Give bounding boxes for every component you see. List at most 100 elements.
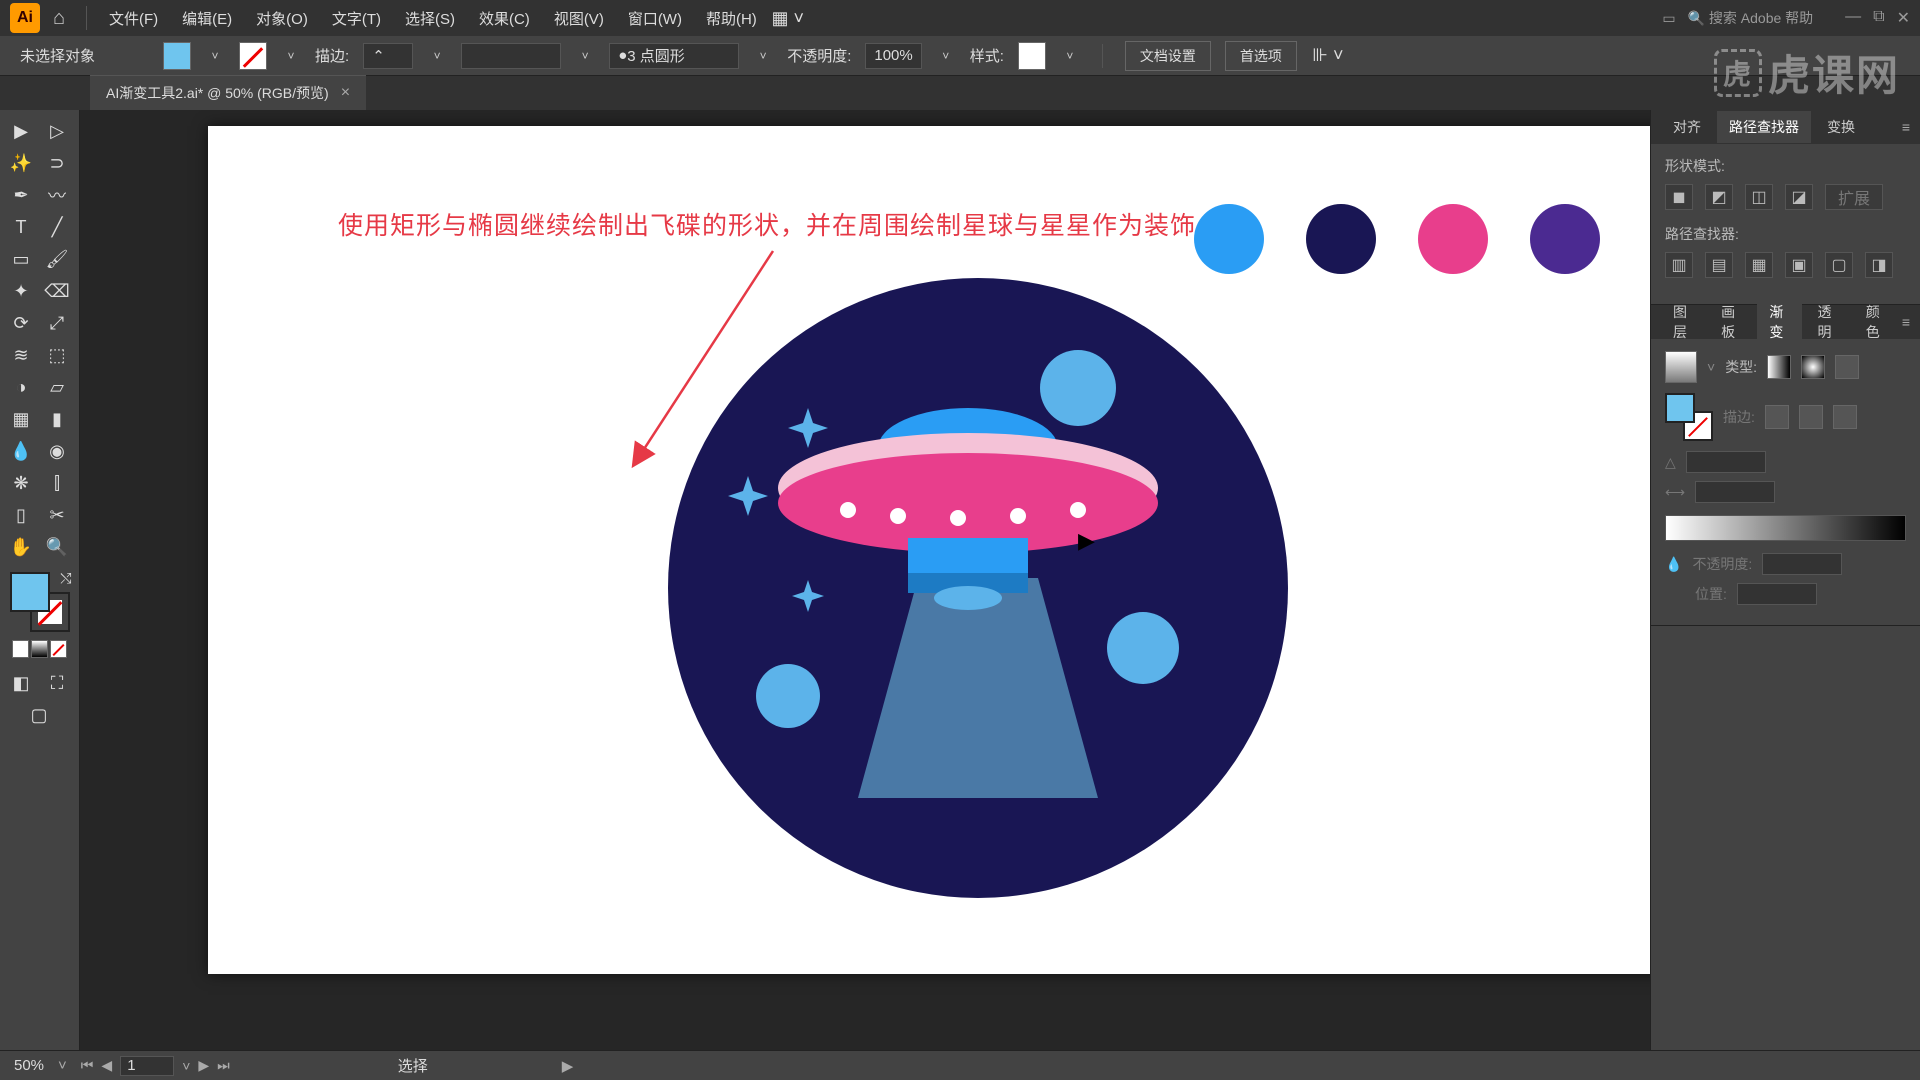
brush-field[interactable]: ● 3 点圆形 xyxy=(609,43,739,69)
eyedropper-icon[interactable]: 💧 xyxy=(1665,556,1682,573)
crop-icon[interactable]: ▣ xyxy=(1785,252,1813,278)
unite-icon[interactable]: ◼ xyxy=(1665,184,1693,210)
intersect-icon[interactable]: ◫ xyxy=(1745,184,1773,210)
gradient-freeform-icon[interactable] xyxy=(1835,355,1859,379)
tab-layers[interactable]: 图层 xyxy=(1661,296,1705,348)
zoom-tool-icon[interactable]: 🔍 xyxy=(40,532,74,562)
free-transform-tool-icon[interactable]: ⬚ xyxy=(40,340,74,370)
divide-icon[interactable]: ▥ xyxy=(1665,252,1693,278)
menu-type[interactable]: 文字(T) xyxy=(322,2,391,35)
hand-tool-icon[interactable]: ✋ xyxy=(4,532,38,562)
shaper-tool-icon[interactable]: ✦ xyxy=(4,276,38,306)
workspace-icon[interactable]: ▭ xyxy=(1662,10,1675,27)
search-input[interactable]: 🔍 搜索 Adobe 帮助 xyxy=(1688,8,1814,28)
stroke-weight-dd-icon[interactable]: ˅ xyxy=(427,46,447,66)
menu-view[interactable]: 视图(V) xyxy=(544,2,614,35)
tab-transform[interactable]: 变换 xyxy=(1815,111,1867,143)
minus-back-icon[interactable]: ◨ xyxy=(1865,252,1893,278)
graph-tool-icon[interactable]: ⫿ xyxy=(40,468,74,498)
tab-artboards[interactable]: 画板 xyxy=(1709,296,1753,348)
menu-effect[interactable]: 效果(C) xyxy=(469,2,540,35)
eraser-tool-icon[interactable]: ⌫ xyxy=(40,276,74,306)
edit-toolbar-icon[interactable]: ▢ xyxy=(4,700,74,730)
gradient-radial-icon[interactable] xyxy=(1801,355,1825,379)
tab-transparency[interactable]: 透明 xyxy=(1806,296,1850,348)
mesh-tool-icon[interactable]: ▦ xyxy=(4,404,38,434)
align-options-icon[interactable]: ⊪ ˅ xyxy=(1311,41,1345,71)
gradient-preview[interactable] xyxy=(1665,351,1697,383)
line-tool-icon[interactable]: ╱ xyxy=(40,212,74,242)
paintbrush-tool-icon[interactable]: 🖌 xyxy=(40,244,74,274)
preferences-button[interactable]: 首选项 xyxy=(1225,41,1297,71)
merge-icon[interactable]: ▦ xyxy=(1745,252,1773,278)
gradient-opacity-field[interactable] xyxy=(1762,553,1842,575)
window-minimize-icon[interactable]: — xyxy=(1845,8,1861,28)
stroke-dropdown-icon[interactable]: ˅ xyxy=(281,46,301,66)
shape-builder-tool-icon[interactable]: ◑ xyxy=(4,372,38,402)
fill-indicator[interactable] xyxy=(10,572,50,612)
menu-edit[interactable]: 编辑(E) xyxy=(172,2,242,35)
type-tool-icon[interactable]: T xyxy=(4,212,38,242)
page-dd-icon[interactable]: ˅ xyxy=(182,1058,190,1074)
stroke-swatch[interactable] xyxy=(239,42,267,70)
color-mode-none[interactable] xyxy=(50,640,67,658)
draw-mode-icon[interactable]: ◧ xyxy=(4,668,38,698)
symbol-tool-icon[interactable]: ❋ xyxy=(4,468,38,498)
pen-tool-icon[interactable]: ✒ xyxy=(4,180,38,210)
zoom-level[interactable]: 50% xyxy=(14,1057,44,1074)
stroke-grad-1-icon[interactable] xyxy=(1765,405,1789,429)
blend-tool-icon[interactable]: ◉ xyxy=(40,436,74,466)
gradient-location-field[interactable] xyxy=(1737,583,1817,605)
gradient-angle-field[interactable] xyxy=(1686,451,1766,473)
panel-menu-icon[interactable]: ≡ xyxy=(1902,119,1910,135)
gradient-tool-icon[interactable]: ▮ xyxy=(40,404,74,434)
last-page-icon[interactable]: ⏭ xyxy=(217,1057,230,1074)
lasso-tool-icon[interactable]: ⊃ xyxy=(40,148,74,178)
style-swatch[interactable] xyxy=(1018,42,1046,70)
gradient-linear-icon[interactable] xyxy=(1767,355,1791,379)
fill-stroke-indicator[interactable]: ⤭ xyxy=(10,572,70,632)
panel-menu-icon[interactable]: ≡ xyxy=(1902,314,1910,330)
opacity-dd-icon[interactable]: ˅ xyxy=(936,46,956,66)
scale-tool-icon[interactable]: ⤢ xyxy=(40,308,74,338)
stroke-weight-field[interactable]: ⌃ xyxy=(363,43,413,69)
arrange-docs-icon[interactable]: ▦ ˅ xyxy=(771,3,805,33)
trim-icon[interactable]: ▤ xyxy=(1705,252,1733,278)
direct-select-tool-icon[interactable]: ▷ xyxy=(40,116,74,146)
outline-icon[interactable]: ▢ xyxy=(1825,252,1853,278)
page-field[interactable]: 1 xyxy=(120,1056,174,1076)
fill-dropdown-icon[interactable]: ˅ xyxy=(205,46,225,66)
status-play-icon[interactable]: ▶ xyxy=(562,1057,574,1075)
home-icon[interactable]: ⌂ xyxy=(44,3,74,33)
var-width-field[interactable] xyxy=(461,43,561,69)
gradient-fill-stroke[interactable] xyxy=(1665,393,1713,441)
tab-color[interactable]: 颜色 xyxy=(1854,296,1898,348)
fill-swatch[interactable] xyxy=(163,42,191,70)
rectangle-tool-icon[interactable]: ▭ xyxy=(4,244,38,274)
doc-tab-close-icon[interactable]: × xyxy=(341,84,350,102)
screen-mode-icon[interactable]: ⛶ xyxy=(40,668,74,698)
style-dd-icon[interactable]: ˅ xyxy=(1060,46,1080,66)
minus-front-icon[interactable]: ◩ xyxy=(1705,184,1733,210)
color-mode-gradient[interactable] xyxy=(31,640,48,658)
slice-tool-icon[interactable]: ✂ xyxy=(40,500,74,530)
gradient-slider[interactable] xyxy=(1665,515,1906,541)
tab-gradient[interactable]: 渐变 xyxy=(1757,296,1801,348)
magic-wand-tool-icon[interactable]: ✨ xyxy=(4,148,38,178)
curvature-tool-icon[interactable]: 〰 xyxy=(40,180,74,210)
artboard-tool-icon[interactable]: ▯ xyxy=(4,500,38,530)
color-mode-solid[interactable] xyxy=(12,640,29,658)
exclude-icon[interactable]: ◪ xyxy=(1785,184,1813,210)
menu-object[interactable]: 对象(O) xyxy=(246,2,318,35)
tab-align[interactable]: 对齐 xyxy=(1661,111,1713,143)
window-close-icon[interactable]: ✕ xyxy=(1897,8,1910,28)
doc-setup-button[interactable]: 文档设置 xyxy=(1125,41,1211,71)
swap-fill-stroke-icon[interactable]: ⤭ xyxy=(60,570,71,587)
perspective-tool-icon[interactable]: ▱ xyxy=(40,372,74,402)
menu-window[interactable]: 窗口(W) xyxy=(618,2,692,35)
gradient-aspect-field[interactable] xyxy=(1695,481,1775,503)
menu-select[interactable]: 选择(S) xyxy=(395,2,465,35)
var-width-dd-icon[interactable]: ˅ xyxy=(575,46,595,66)
menu-help[interactable]: 帮助(H) xyxy=(696,2,767,35)
prev-page-icon[interactable]: ◀ xyxy=(101,1057,112,1074)
